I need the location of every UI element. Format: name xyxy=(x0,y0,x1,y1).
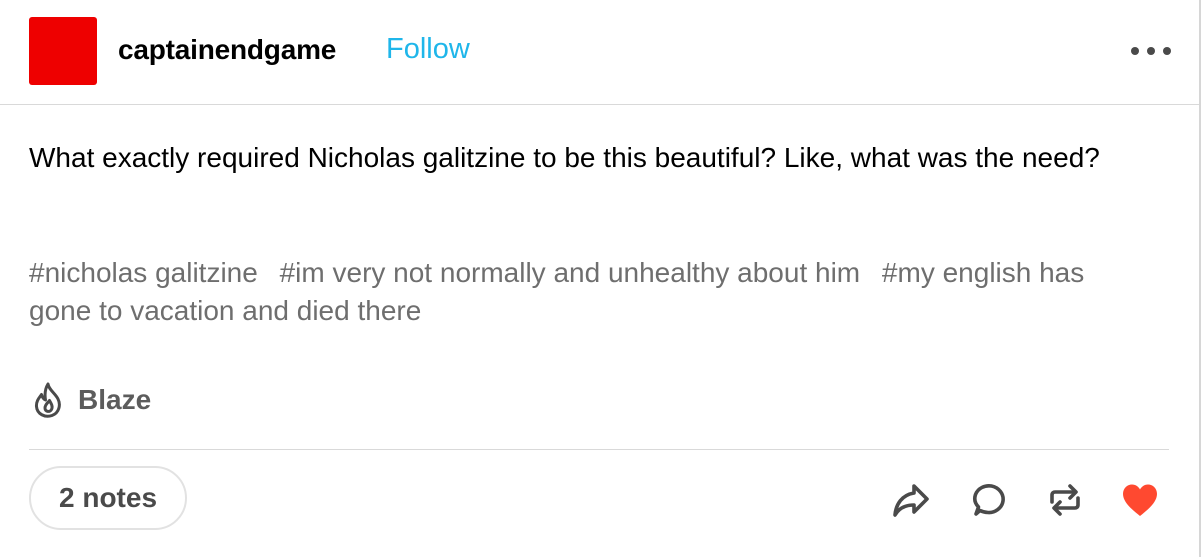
like-button[interactable] xyxy=(1120,481,1160,519)
username[interactable]: captainendgame xyxy=(118,34,336,66)
share-arrow-icon xyxy=(893,484,929,517)
notes-button[interactable]: 2 notes xyxy=(29,466,187,530)
reply-bubble-icon xyxy=(973,484,1005,516)
share-button[interactable] xyxy=(891,481,931,519)
ellipsis-icon xyxy=(1131,47,1171,55)
post-body-text: What exactly required Nicholas galitzine… xyxy=(29,142,1100,173)
heart-icon xyxy=(1123,484,1157,516)
tag-link[interactable]: #nicholas galitzine xyxy=(29,257,258,288)
follow-button[interactable]: Follow xyxy=(386,33,470,66)
reblog-icon xyxy=(1050,484,1080,516)
reply-button[interactable] xyxy=(969,481,1009,519)
blaze-label: Blaze xyxy=(78,384,152,415)
tag-link[interactable]: #im very not normally and unhealthy abou… xyxy=(280,257,861,288)
reblog-button[interactable] xyxy=(1045,481,1085,519)
avatar[interactable] xyxy=(29,17,97,85)
post-header: captainendgame Follow xyxy=(0,0,1199,105)
post-card: captainendgame Follow What exactly requi… xyxy=(0,0,1201,557)
post-tags: #nicholas galitzine #im very not normall… xyxy=(29,254,1149,330)
blaze-button[interactable]: Blaze xyxy=(32,380,151,420)
heart-fill xyxy=(1123,484,1157,516)
more-options-button[interactable] xyxy=(1128,40,1174,62)
divider xyxy=(29,449,1169,450)
flame-icon xyxy=(34,382,61,418)
